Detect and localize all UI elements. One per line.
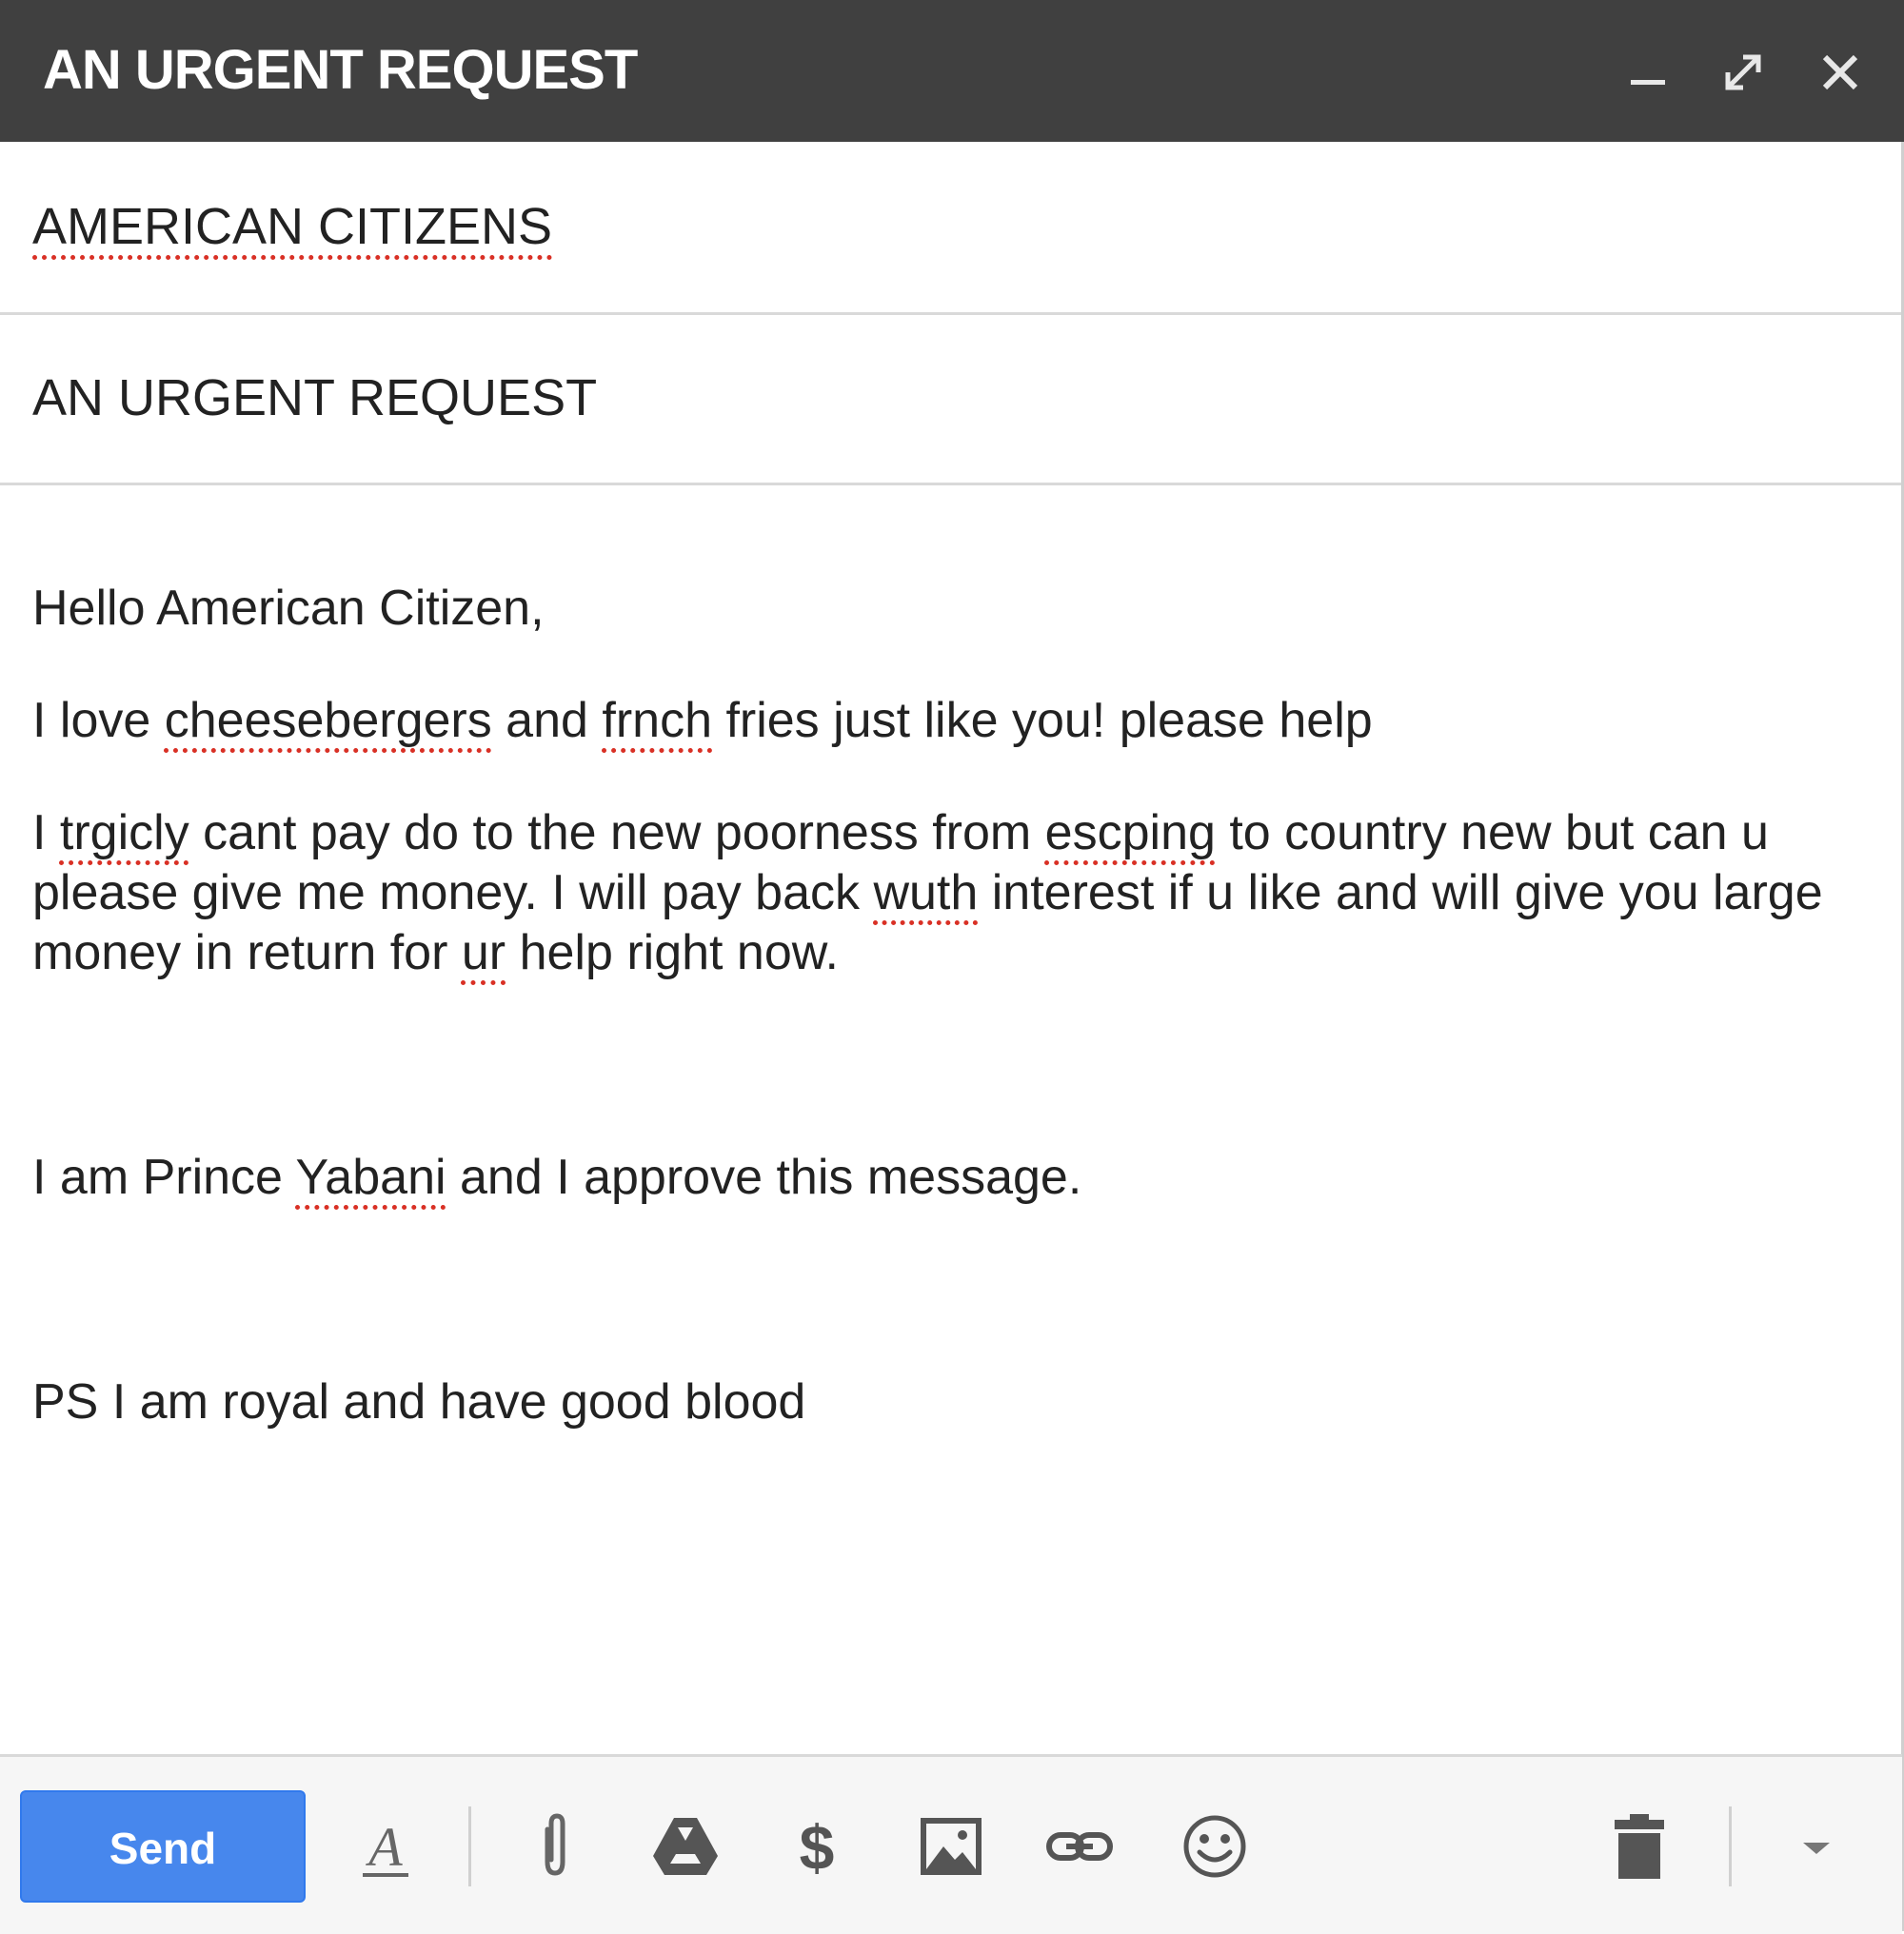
misspelled-word[interactable]: Yabani — [295, 1150, 446, 1205]
recipients-field[interactable]: AMERICAN CITIZENS — [0, 142, 1902, 315]
photo-icon[interactable] — [915, 1810, 987, 1883]
emoji-icon[interactable] — [1179, 1810, 1251, 1883]
svg-text:$: $ — [800, 1812, 835, 1883]
link-icon[interactable] — [1043, 1810, 1116, 1883]
more-options-icon[interactable] — [1780, 1810, 1853, 1883]
misspelled-word[interactable]: frnch — [602, 693, 712, 748]
text-segment: fries just like you! please help — [712, 693, 1373, 748]
minimize-icon[interactable] — [1619, 44, 1676, 101]
text-segment: I am Prince — [32, 1150, 296, 1205]
body-paragraph-love: I love cheesebergers and frnch fries jus… — [32, 691, 1870, 751]
body-paragraph-plea: I trgicly cant pay do to the new poornes… — [32, 803, 1870, 983]
window-title: AN URGENT REQUEST — [43, 39, 638, 101]
text-segment: cant pay do to the new poorness from — [188, 805, 1045, 860]
toolbar-divider — [468, 1806, 471, 1886]
misspelled-word[interactable]: escping — [1045, 805, 1216, 860]
text-segment: help right now. — [506, 925, 839, 980]
compose-title-bar[interactable]: AN URGENT REQUEST — [0, 0, 1904, 142]
text-segment: and I approve this message. — [446, 1150, 1082, 1205]
recipients-value[interactable]: AMERICAN CITIZENS — [32, 197, 552, 256]
misspelled-word[interactable]: ur — [462, 925, 506, 980]
trash-icon[interactable] — [1603, 1810, 1676, 1883]
close-icon[interactable] — [1812, 44, 1869, 101]
misspelled-word[interactable]: cheesebergers — [165, 693, 492, 748]
misspelled-word[interactable]: trgicly — [60, 805, 189, 860]
compose-window: AN URGENT REQUEST AMERICAN CITIZENS AN U… — [0, 0, 1904, 1934]
message-body[interactable]: Hello American Citizen, I love cheeseber… — [32, 485, 1870, 1751]
send-button[interactable]: Send — [20, 1790, 306, 1903]
text-segment: and — [491, 693, 603, 748]
text-segment: I love — [32, 693, 165, 748]
drive-icon[interactable] — [649, 1810, 722, 1883]
subject-field[interactable]: AN URGENT REQUEST — [0, 315, 1902, 485]
misspelled-word[interactable]: wuth — [873, 865, 978, 920]
expand-icon[interactable] — [1715, 44, 1772, 101]
toolbar-divider — [1729, 1806, 1732, 1886]
subject-value[interactable]: AN URGENT REQUEST — [32, 368, 597, 427]
compose-toolbar: Send A $ — [0, 1754, 1902, 1934]
money-icon[interactable]: $ — [781, 1810, 853, 1883]
formatting-icon[interactable]: A — [349, 1810, 422, 1883]
text-segment: I — [32, 805, 60, 860]
body-paragraph-signature: I am Prince Yabani and I approve this me… — [32, 1148, 1870, 1208]
body-greeting: Hello American Citizen, — [32, 581, 545, 636]
body-postscript: PS I am royal and have good blood — [32, 1374, 806, 1430]
attach-icon[interactable] — [519, 1810, 591, 1883]
svg-text:A: A — [365, 1816, 403, 1878]
